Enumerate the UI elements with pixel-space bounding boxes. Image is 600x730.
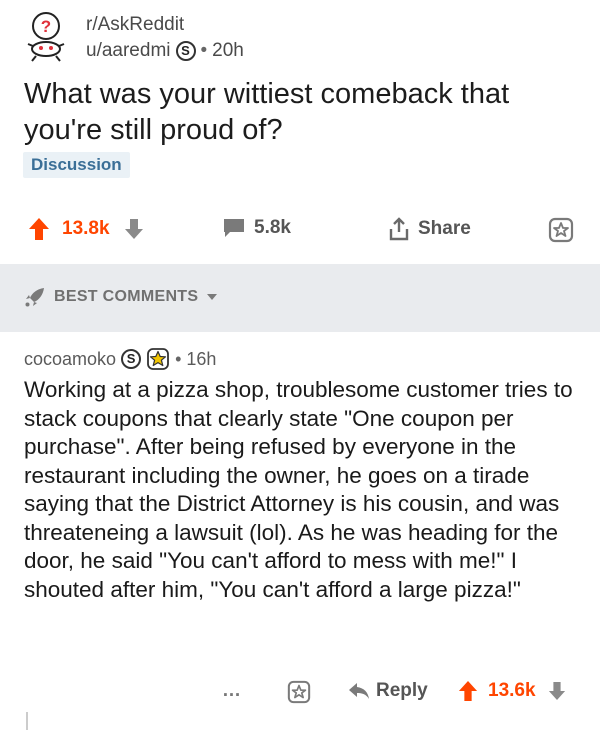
share-button[interactable]: Share <box>388 217 471 241</box>
sort-dropdown[interactable]: BEST COMMENTS <box>24 286 218 308</box>
meta-separator: • <box>200 40 208 61</box>
upvote-icon[interactable] <box>458 680 478 702</box>
comment-save-button[interactable] <box>287 680 311 704</box>
downvote-icon[interactable] <box>124 218 144 240</box>
comment-count: 5.8k <box>254 217 291 238</box>
comment: cocoamoko S • 16h Working at a pizza sho… <box>24 344 584 604</box>
thread-line <box>26 712 28 730</box>
comment-author[interactable]: cocoamoko <box>24 349 116 370</box>
badge-s-icon: S <box>121 349 142 369</box>
post-time: 20h <box>212 40 244 61</box>
comment-time: 16h <box>186 348 217 369</box>
snoo-avatar-icon[interactable]: ? <box>22 10 76 64</box>
post-header: ? r/AskReddit u/aaredmi S • 20h <box>22 8 582 66</box>
share-icon <box>388 217 410 241</box>
rocket-icon <box>24 286 46 308</box>
comment-body: Working at a pizza shop, troublesome cus… <box>24 377 573 602</box>
more-icon: … <box>222 680 241 701</box>
post-title[interactable]: What was your wittiest comeback that you… <box>24 76 584 148</box>
post-score: 13.8k <box>62 218 110 239</box>
reply-icon <box>348 682 370 700</box>
comment-icon <box>222 217 246 239</box>
share-label: Share <box>418 218 471 239</box>
vote-group: 13.8k <box>28 217 144 241</box>
chevron-down-icon <box>206 293 218 301</box>
save-star-icon <box>287 680 311 704</box>
save-star-icon <box>548 217 574 243</box>
reply-button[interactable]: Reply <box>348 680 428 702</box>
post-meta: u/aaredmi S • 20h <box>86 40 244 62</box>
svg-text:?: ? <box>41 17 51 36</box>
upvote-icon[interactable] <box>28 217 50 241</box>
meta-separator: • <box>175 348 182 369</box>
post-action-bar: 13.8k 5.8k Share <box>0 205 600 255</box>
comment-score: 13.6k <box>488 680 536 701</box>
comments-button[interactable]: 5.8k <box>222 217 291 239</box>
save-button[interactable] <box>548 217 574 243</box>
subreddit-name[interactable]: r/AskReddit <box>86 14 184 36</box>
comment-action-bar: … Reply 13.6k <box>0 672 600 712</box>
downvote-icon[interactable] <box>548 681 566 701</box>
sort-label: BEST COMMENTS <box>54 288 199 305</box>
comment-sort-bar: BEST COMMENTS <box>0 264 600 332</box>
post-author[interactable]: u/aaredmi <box>86 40 171 62</box>
more-button[interactable]: … <box>222 680 241 702</box>
post-flair[interactable]: Discussion <box>23 152 130 178</box>
comment-vote-group: 13.6k <box>458 680 566 702</box>
badge-s-icon: S <box>175 41 196 61</box>
reply-label: Reply <box>376 680 428 701</box>
gold-badge-icon <box>146 347 170 371</box>
comment-meta: cocoamoko S • 16h <box>24 344 584 374</box>
